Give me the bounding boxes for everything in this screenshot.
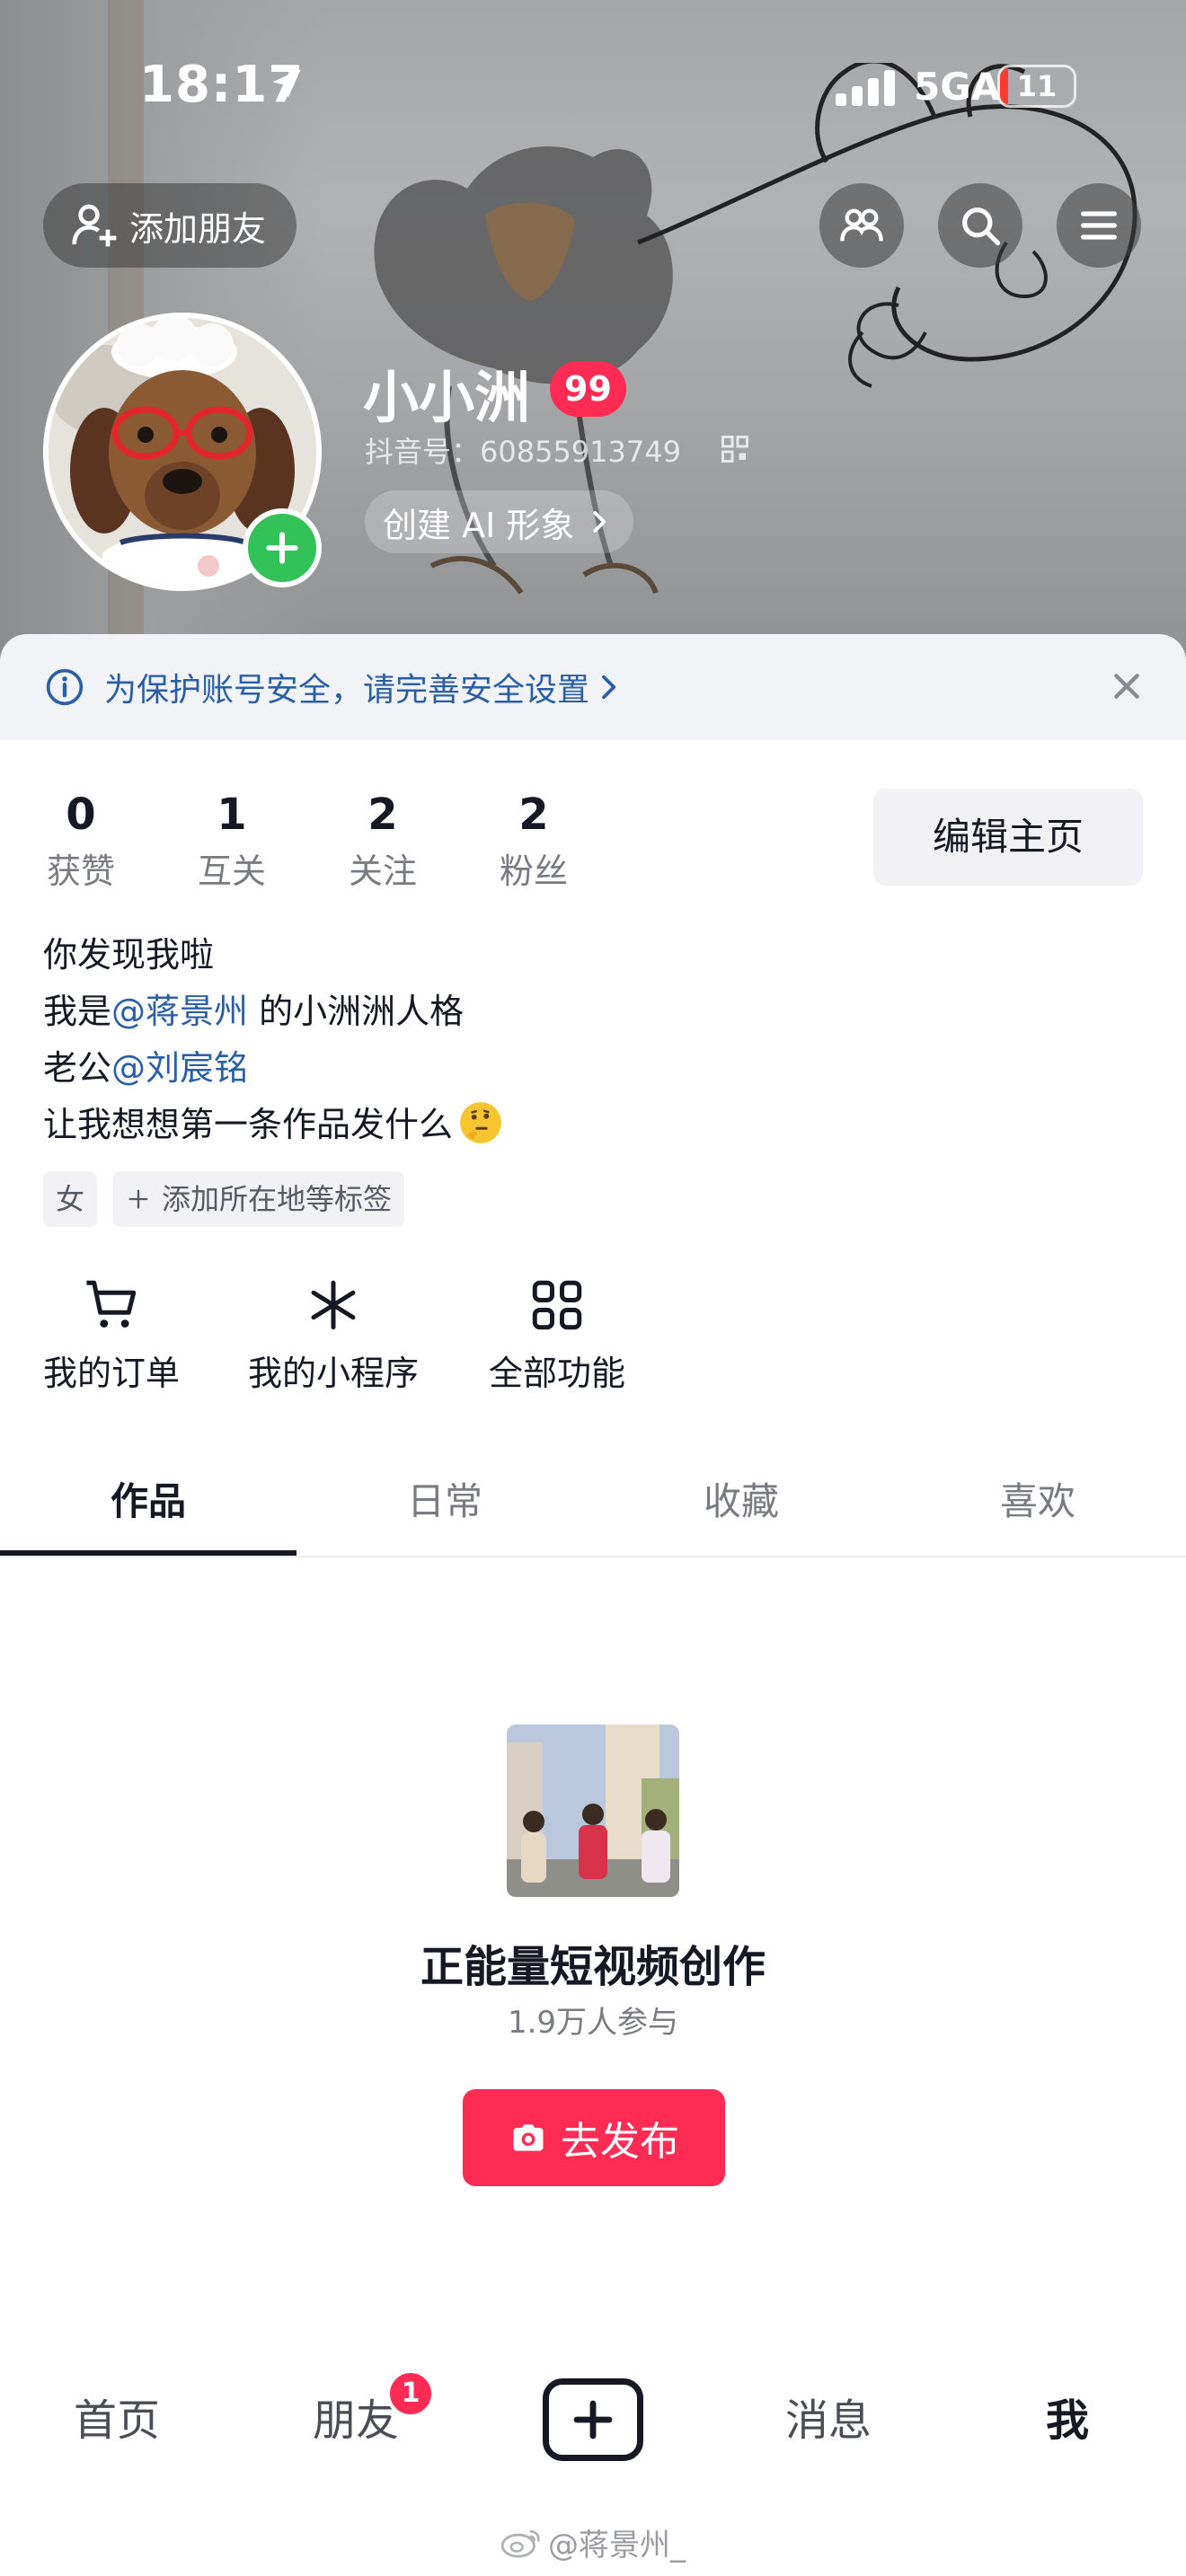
promo-thumbnail[interactable]: [507, 1725, 679, 1897]
watermark-text: @蒋景州_: [548, 2527, 686, 2563]
camera-icon: [513, 2124, 544, 2151]
stat-mutual[interactable]: 1 互关: [169, 787, 295, 898]
stat-value: 1: [217, 790, 247, 840]
friends-button[interactable]: [819, 183, 904, 268]
tab-works[interactable]: 作品: [0, 1457, 296, 1557]
watermark: @蒋景州_: [500, 2520, 686, 2564]
avatar-add-button[interactable]: [243, 508, 322, 587]
publish-button-label: 去发布: [561, 2119, 679, 2165]
stat-value: 0: [66, 790, 96, 840]
mention-link[interactable]: @蒋景州: [111, 992, 248, 1031]
stat-likes[interactable]: 0 获赞: [18, 787, 144, 898]
nav-home[interactable]: 首页: [18, 2380, 216, 2461]
bio-text: 我是: [43, 992, 112, 1031]
status-bar: 18:17 5GA 11: [0, 0, 1186, 171]
battery-percentage: 11: [1016, 69, 1058, 103]
create-ai-avatar-button[interactable]: 创建 AI 形象: [365, 490, 634, 553]
stat-label: 关注: [348, 851, 417, 891]
tool-label: 全部功能: [489, 1354, 626, 1393]
edit-profile-button[interactable]: 编辑主页: [873, 789, 1143, 886]
gender-tag[interactable]: 女: [43, 1171, 98, 1227]
promo-participants: 1.9万人参与: [507, 2005, 679, 2041]
thinking-face-emoji-icon: [460, 1102, 501, 1143]
bio-line: 老公@刘宸铭: [43, 1040, 503, 1097]
tool-label: 我的小程序: [248, 1354, 420, 1393]
search-button[interactable]: [938, 183, 1022, 268]
add-tag-button[interactable]: 添加所在地等标签: [113, 1171, 405, 1227]
profile-body: 0 获赞 1 互关 2 关注 2 粉丝 编辑主页 你发现我啦 我是@蒋景州 的小…: [0, 740, 1186, 2576]
security-banner-text: 为保护账号安全，请完善安全设置: [104, 672, 590, 709]
menu-icon: [1081, 211, 1117, 240]
signal-icon: [836, 70, 895, 106]
promo-thumbnail-image: [507, 1725, 679, 1897]
tool-label: 我的订单: [43, 1354, 181, 1393]
add-friend-button[interactable]: 添加朋友: [43, 183, 296, 268]
battery-icon: 11: [997, 65, 1076, 108]
mention-link[interactable]: @刘宸铭: [111, 1048, 248, 1088]
chevron-right-icon: [602, 675, 616, 700]
grid-icon: [532, 1280, 582, 1330]
all-features-button[interactable]: 全部功能: [489, 1275, 625, 1395]
bio-line: 我是@蒋景州 的小洲洲人格: [43, 984, 503, 1040]
bio-line: 让我想想第一条作品发什么: [43, 1097, 503, 1153]
bio-text: 老公: [43, 1048, 112, 1088]
tab-daily[interactable]: 日常: [296, 1457, 593, 1557]
stat-following[interactable]: 2 关注: [320, 787, 446, 898]
notification-badge: 1: [386, 2369, 435, 2418]
close-icon[interactable]: [1109, 668, 1145, 704]
info-icon: [46, 668, 84, 706]
qr-code-icon[interactable]: [719, 433, 751, 465]
create-ai-avatar-label: 创建 AI 形象: [383, 505, 575, 545]
chevron-right-icon: [593, 511, 606, 533]
bio-text: 的小洲洲人格: [248, 992, 465, 1031]
plus-icon: [266, 532, 298, 564]
promo-title: 正能量短视频创作: [420, 1942, 766, 1992]
douyin-id[interactable]: 抖音号：60855913749: [365, 429, 681, 471]
menu-button[interactable]: [1057, 183, 1141, 268]
add-tag-label: 添加所在地等标签: [162, 1182, 393, 1216]
bottom-nav: 首页 朋友 1 消息 我: [0, 2353, 1186, 2488]
create-post-button[interactable]: [543, 2378, 643, 2461]
level-badge[interactable]: 99: [550, 361, 626, 417]
network-type: 5GA: [914, 65, 1001, 109]
add-friend-label: 添加朋友: [129, 208, 267, 249]
tab-favorites[interactable]: 收藏: [593, 1457, 890, 1557]
bio-line: 你发现我啦: [43, 935, 215, 975]
bio-text: 让我想想第一条作品发什么: [43, 1105, 454, 1144]
content-tabs: 作品 日常 收藏 喜欢: [0, 1457, 1186, 1557]
stat-label: 获赞: [46, 851, 115, 891]
stat-value: 2: [367, 790, 398, 840]
bio: 你发现我啦 我是@蒋景州 的小洲洲人格 老公@刘宸铭 让我想想第一条作品发什么: [43, 927, 503, 1153]
tab-likes[interactable]: 喜欢: [890, 1457, 1186, 1557]
my-orders-button[interactable]: 我的订单: [43, 1275, 180, 1395]
stat-label: 互关: [197, 851, 266, 891]
gender-tag-label: 女: [56, 1182, 85, 1216]
nickname: 小小洲: [363, 365, 531, 430]
mini-programs-button[interactable]: 我的小程序: [248, 1275, 419, 1395]
stat-value: 2: [518, 790, 549, 840]
location-arrow-icon: [272, 69, 301, 98]
cart-icon: [86, 1280, 137, 1328]
weibo-logo-icon: [500, 2529, 540, 2558]
add-person-icon: [72, 204, 117, 247]
friends-icon: [840, 208, 883, 242]
search-icon: [962, 207, 1001, 246]
nav-messages[interactable]: 消息: [730, 2380, 927, 2461]
plus-icon: [573, 2400, 613, 2439]
nav-me[interactable]: 我: [969, 2380, 1166, 2461]
active-tab-indicator: [0, 1550, 296, 1556]
publish-button[interactable]: 去发布: [463, 2089, 725, 2186]
stat-followers[interactable]: 2 粉丝: [471, 787, 597, 898]
security-banner[interactable]: 为保护账号安全，请完善安全设置: [0, 634, 1186, 740]
stat-label: 粉丝: [499, 851, 568, 891]
plus-icon: [128, 1189, 148, 1209]
mini-program-icon: [311, 1280, 356, 1330]
